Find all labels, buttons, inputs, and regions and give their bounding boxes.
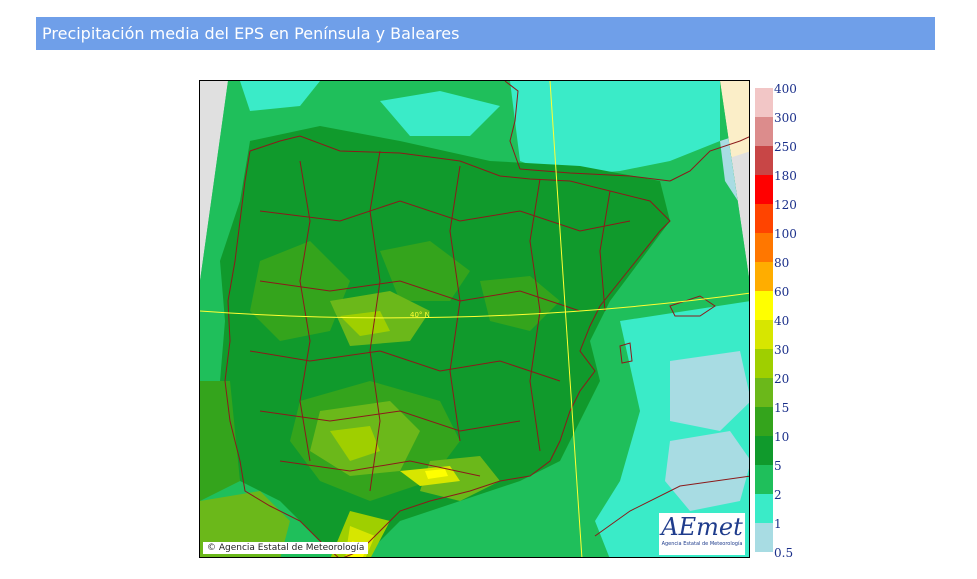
legend-swatch [755,523,773,552]
legend-swatch [755,117,773,146]
legend-label: 15 [774,401,790,415]
legend-swatch [755,262,773,291]
legend-label: 1 [774,517,782,531]
legend-label: 20 [774,372,790,386]
legend-label: 0.5 [774,546,794,560]
legend-label: 40 [774,314,790,328]
legend-label: 100 [774,227,797,241]
legend-label: 60 [774,285,790,299]
legend-swatch [755,349,773,378]
parallel-label: 40° N [410,311,430,319]
legend-swatch [755,233,773,262]
logo-subtitle: Agencia Estatal de Meteorología [661,541,743,547]
legend-label: 400 [774,82,797,96]
aemet-logo: AEmet Agencia Estatal de Meteorología [659,513,745,555]
legend-label: 2 [774,488,782,502]
legend-label: 80 [774,256,790,270]
logo-word: AEmet [661,513,743,541]
precipitation-fields [200,81,749,557]
legend-swatch [755,320,773,349]
legend-swatch [755,407,773,436]
legend-label: 180 [774,169,797,183]
legend-swatch [755,175,773,204]
legend-swatch [755,378,773,407]
legend-swatch [755,436,773,465]
legend-label: 250 [774,140,797,154]
legend-label: 30 [774,343,790,357]
legend-swatch [755,291,773,320]
legend-swatch [755,494,773,523]
copyright-notice: © Agencia Estatal de Meteorología [203,542,369,554]
legend-swatch [755,465,773,494]
page-title: Precipitación media del EPS en Península… [36,17,935,50]
legend-swatch [755,204,773,233]
legend-swatch [755,88,773,117]
legend-label: 5 [774,459,782,473]
legend-label: 300 [774,111,797,125]
legend-label: 120 [774,198,797,212]
legend-swatch [755,146,773,175]
precipitation-legend: 400 300 250 180 120 100 80 60 40 30 20 15 10 5 2 1 0.5 [753,83,813,559]
legend-label: 10 [774,430,790,444]
precipitation-map: 40° N © Agencia Estatal de Meteorología … [199,80,750,558]
map-canvas: 40° N [200,81,749,557]
